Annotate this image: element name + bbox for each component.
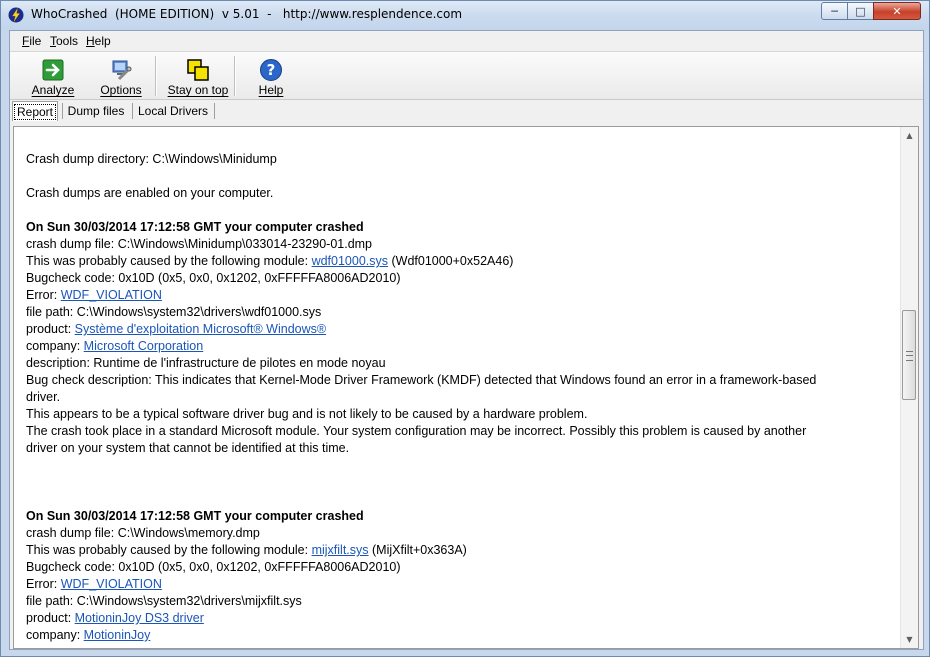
tab-report-label: Report xyxy=(13,103,57,120)
product-link[interactable]: MotioninJoy DS3 driver xyxy=(75,611,204,625)
options-button[interactable]: Options xyxy=(96,54,146,98)
crash-heading: On Sun 30/03/2014 17:12:58 GMT your comp… xyxy=(26,509,364,523)
chevron-up-icon: ▲ xyxy=(906,131,913,140)
company-link[interactable]: MotioninJoy xyxy=(84,628,151,642)
analyze-arrow-icon xyxy=(42,59,64,81)
bugcheck-description-cont: driver. xyxy=(26,390,61,404)
crash-place-note-cont: driver on your system that cannot be ide… xyxy=(26,441,350,455)
dump-directory: Crash dump directory: C:\Windows\Minidum… xyxy=(26,152,277,166)
report-panel[interactable]: Crash dump directory: C:\Windows\Minidum… xyxy=(13,126,919,649)
chevron-down-icon: ▼ xyxy=(906,635,913,644)
help-label: Help xyxy=(258,83,284,97)
app-lightning-icon xyxy=(8,7,24,23)
minimize-icon: ─ xyxy=(831,4,838,18)
file-path: file path: C:\Windows\system32\drivers\m… xyxy=(26,594,302,608)
toolbar-separator xyxy=(234,56,236,96)
error-prefix: Error: xyxy=(26,288,61,302)
report-text: Crash dump directory: C:\Windows\Minidum… xyxy=(26,134,886,644)
crash-cause-prefix: This was probably caused by the followin… xyxy=(26,543,312,557)
toolbar-separator xyxy=(155,56,157,96)
help-button[interactable]: ? Help xyxy=(246,54,296,98)
crash-dump-file: crash dump file: C:\Windows\memory.dmp xyxy=(26,526,260,540)
crash-product: product: MotioninJoy DS3 driver xyxy=(26,610,886,627)
close-icon: ✕ xyxy=(892,4,902,18)
stay-on-top-label: Stay on top xyxy=(167,83,229,97)
crash-heading: On Sun 30/03/2014 17:12:58 GMT your comp… xyxy=(26,220,364,234)
tab-dump-files[interactable]: Dump files xyxy=(66,101,126,121)
menu-file-label: ile xyxy=(29,34,42,48)
maximize-button[interactable]: □ xyxy=(847,2,874,20)
bugcheck-code: Bugcheck code: 0x10D (0x5, 0x0, 0x1202, … xyxy=(26,560,401,574)
scroll-thumb[interactable] xyxy=(902,310,916,400)
file-path: file path: C:\Windows\system32\drivers\w… xyxy=(26,305,322,319)
error-link[interactable]: WDF_VIOLATION xyxy=(61,288,162,302)
menu-help-accel: H xyxy=(86,34,95,48)
menu-tools-label: ools xyxy=(56,34,79,48)
analyze-label: Analyze xyxy=(31,83,75,97)
toolbar: Analyze Options Stay on top ? Help xyxy=(10,52,923,100)
driver-bug-note: This appears to be a typical software dr… xyxy=(26,407,588,421)
crash-cause: This was probably caused by the followin… xyxy=(26,542,886,559)
maximize-icon: □ xyxy=(855,4,866,18)
menu-file[interactable]: File xyxy=(22,34,41,48)
minimize-button[interactable]: ─ xyxy=(821,2,848,20)
scroll-up-button[interactable]: ▲ xyxy=(901,127,918,144)
help-question-icon: ? xyxy=(260,59,282,81)
module-offset: (MijXfilt+0x363A) xyxy=(368,543,467,557)
tab-strip: Report Dump files Local Drivers xyxy=(10,100,923,122)
options-monitor-icon xyxy=(112,60,132,81)
scroll-down-button[interactable]: ▼ xyxy=(901,631,918,648)
menu-tools[interactable]: Tools xyxy=(50,34,78,48)
bugcheck-code: Bugcheck code: 0x10D (0x5, 0x0, 0x1202, … xyxy=(26,271,401,285)
company-prefix: company: xyxy=(26,628,84,642)
company-link[interactable]: Microsoft Corporation xyxy=(84,339,204,353)
window-title: WhoCrashed (HOME EDITION) v 5.01 - http:… xyxy=(31,7,463,21)
module-description: description: Runtime de l'infrastructure… xyxy=(26,356,386,370)
module-offset: (Wdf01000+0x52A46) xyxy=(388,254,514,268)
error-prefix: Error: xyxy=(26,577,61,591)
bugcheck-description: Bug check description: This indicates th… xyxy=(26,373,817,387)
module-link[interactable]: wdf01000.sys xyxy=(312,254,388,268)
tab-local-drivers-label: Local Drivers xyxy=(137,104,209,118)
crash-place-note: The crash took place in a standard Micro… xyxy=(26,424,807,438)
tab-dump-files-label: Dump files xyxy=(67,104,125,118)
svg-text:?: ? xyxy=(267,61,276,79)
tab-separator xyxy=(214,103,215,119)
stay-on-top-windows-icon xyxy=(187,59,209,81)
stay-on-top-button[interactable]: Stay on top xyxy=(165,54,231,98)
product-prefix: product: xyxy=(26,611,75,625)
crash-product: product: Système d'exploitation Microsof… xyxy=(26,321,886,338)
close-button[interactable]: ✕ xyxy=(873,2,921,20)
tab-separator xyxy=(62,103,63,119)
module-link[interactable]: mijxfilt.sys xyxy=(312,543,369,557)
dumps-enabled: Crash dumps are enabled on your computer… xyxy=(26,186,274,200)
app-window: WhoCrashed (HOME EDITION) v 5.01 - http:… xyxy=(0,0,930,657)
grip-icon xyxy=(906,351,913,361)
vertical-scrollbar[interactable]: ▲ ▼ xyxy=(900,127,918,648)
menu-help[interactable]: Help xyxy=(86,34,111,48)
error-link[interactable]: WDF_VIOLATION xyxy=(61,577,162,591)
product-prefix: product: xyxy=(26,322,75,336)
crash-dump-file: crash dump file: C:\Windows\Minidump\033… xyxy=(26,237,373,251)
tab-local-drivers[interactable]: Local Drivers xyxy=(137,101,209,121)
menu-bar: File Tools Help xyxy=(10,31,923,52)
menu-help-label: elp xyxy=(94,34,111,48)
title-bar[interactable]: WhoCrashed (HOME EDITION) v 5.01 - http:… xyxy=(1,1,929,30)
crash-cause: This was probably caused by the followin… xyxy=(26,253,886,270)
crash-error: Error: WDF_VIOLATION xyxy=(26,287,886,304)
tab-report[interactable]: Report xyxy=(12,101,58,121)
analyze-button[interactable]: Analyze xyxy=(28,54,78,98)
client-area: File Tools Help Analyze Options Stay on … xyxy=(9,30,924,650)
crash-error: Error: WDF_VIOLATION xyxy=(26,576,886,593)
crash-company: company: Microsoft Corporation xyxy=(26,338,886,355)
tab-separator xyxy=(132,103,133,119)
product-link[interactable]: Système d'exploitation Microsoft® Window… xyxy=(75,322,326,336)
crash-company: company: MotioninJoy xyxy=(26,627,886,644)
company-prefix: company: xyxy=(26,339,84,353)
options-label: Options xyxy=(100,83,142,97)
crash-cause-prefix: This was probably caused by the followin… xyxy=(26,254,312,268)
